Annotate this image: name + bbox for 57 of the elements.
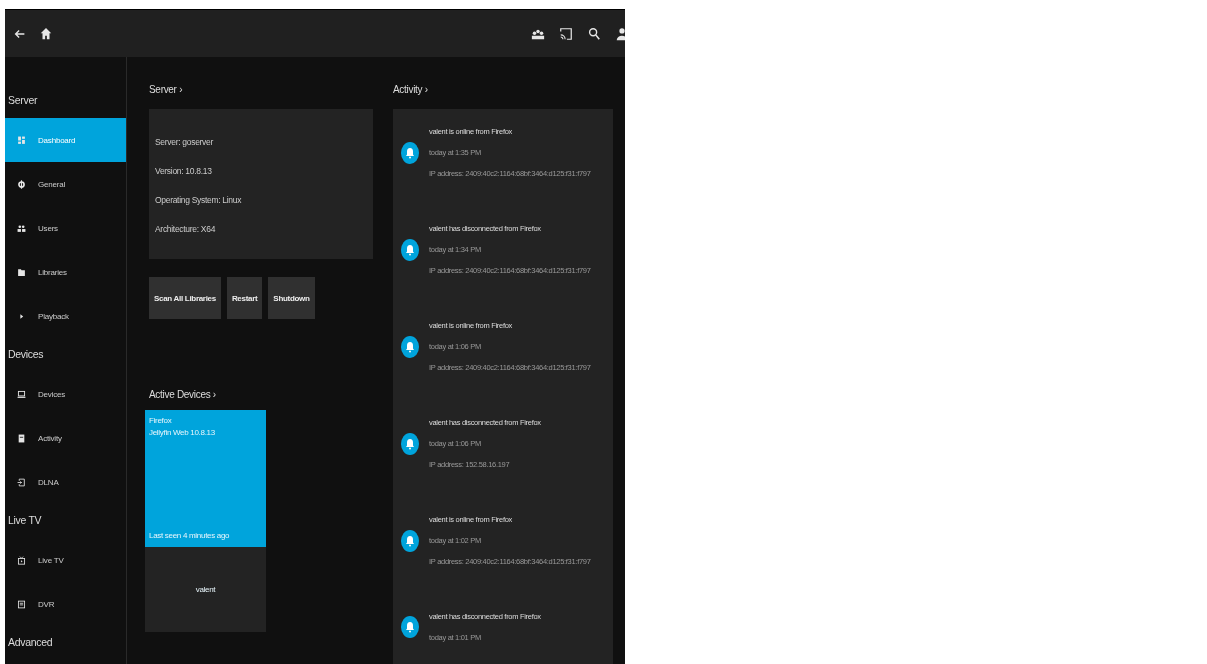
device-app: Jellyfin Web 10.8.13	[149, 427, 216, 439]
sidebar-item[interactable]: General	[5, 162, 126, 206]
sidebar-item[interactable]: Live TV	[5, 538, 126, 582]
cast-icon[interactable]	[559, 26, 573, 41]
server-info-text: Server: goserver	[155, 137, 215, 147]
section-heading: Server	[7, 93, 39, 108]
item-label: Libraries	[38, 267, 67, 277]
section-heading[interactable]: Server ›	[149, 84, 373, 109]
notification-icon	[401, 238, 419, 261]
last-seen-text: Last seen 4 minutes ago	[149, 530, 231, 542]
device-client: Firefox	[149, 415, 173, 427]
item-label: Dashboard	[38, 135, 76, 145]
sidebar-item[interactable]: DLNA	[5, 460, 126, 504]
server-action-button[interactable]: Restart	[226, 277, 263, 319]
notification-icon	[401, 432, 419, 455]
sidebar-item-icon	[17, 135, 26, 145]
section-heading: Live TV	[7, 513, 43, 528]
search-icon[interactable]	[587, 26, 601, 41]
server-info-text: Version: 10.8.13	[155, 166, 213, 176]
user-icon[interactable]	[615, 26, 625, 41]
section-heading[interactable]: Activity ›	[393, 84, 613, 109]
sidebar-item-icon	[17, 179, 26, 189]
server-action-button[interactable]: Scan All Libraries	[149, 277, 221, 319]
item-label: Devices	[38, 389, 66, 399]
item-label: Playback	[38, 311, 69, 321]
home-icon[interactable]	[39, 26, 53, 41]
sidebar-item-icon	[17, 477, 26, 487]
server-info-text: Operating System: Linux	[155, 195, 243, 205]
notification-icon	[401, 529, 419, 552]
notification-icon	[401, 335, 419, 358]
section-heading: Advanced	[7, 635, 54, 650]
sidebar-item-icon	[17, 267, 26, 277]
section-heading[interactable]: Active Devices ›	[149, 389, 373, 410]
sidebar-item[interactable]: Users	[5, 206, 126, 250]
item-label: DVR	[38, 599, 55, 609]
sidebar-item-icon	[17, 599, 26, 609]
notification-icon	[401, 616, 419, 638]
sidebar-item[interactable]: DVR	[5, 582, 126, 626]
sidebar-item-icon	[17, 433, 26, 443]
sidebar-item-icon	[17, 311, 26, 321]
item-label: Activity	[38, 433, 62, 443]
sidebar-item[interactable]: Libraries	[5, 250, 126, 294]
server-info-text: Architecture: X64	[155, 224, 217, 234]
item-label: Live TV	[38, 555, 64, 565]
server-action-button[interactable]: Shutdown	[268, 277, 315, 319]
sidebar-item[interactable]: Activity	[5, 416, 126, 460]
item-label: Users	[38, 223, 58, 233]
sidebar-item-icon	[17, 389, 26, 399]
notification-icon	[401, 141, 419, 164]
sidebar-item-icon	[17, 223, 26, 233]
device-user: valent	[195, 583, 216, 596]
item-label: General	[38, 179, 66, 189]
item-label: DLNA	[38, 477, 59, 487]
sidebar-item-icon	[17, 555, 26, 565]
sidebar-item[interactable]: Devices	[5, 372, 126, 416]
section-heading: Devices	[7, 347, 45, 362]
sidebar-item[interactable]: Playback	[5, 294, 126, 338]
